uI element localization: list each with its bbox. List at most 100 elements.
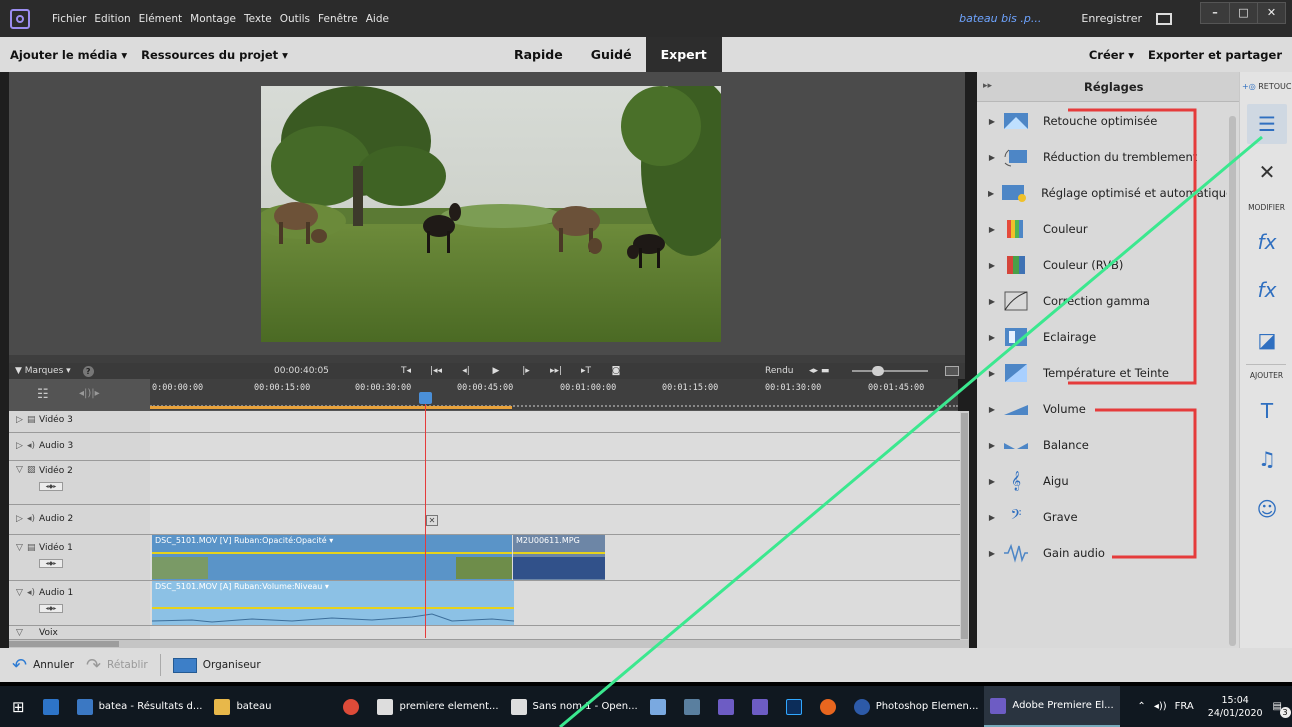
- tab-rapide[interactable]: Rapide: [500, 37, 577, 72]
- save-button[interactable]: Enregistrer: [1081, 12, 1142, 25]
- menu-aide[interactable]: Aide: [366, 13, 389, 25]
- effect-balance[interactable]: ▶ Balance: [977, 427, 1227, 463]
- zoom-out-icon[interactable]: ◂▸ ▬: [809, 366, 829, 376]
- track-head-video1[interactable]: ▽ ▤ Vidéo 1 ◂◆▸: [9, 535, 150, 581]
- fit-timeline-icon[interactable]: [945, 366, 959, 376]
- track-size-icon[interactable]: ☷: [37, 387, 49, 402]
- lane-audio1[interactable]: DSC_5101.MOV [A] Ruban:Volume:Niveau ▾: [150, 581, 960, 626]
- effect-gain-audio[interactable]: ▶ Gain audio: [977, 535, 1227, 571]
- expand-icon[interactable]: ▷: [16, 415, 23, 425]
- expand-icon[interactable]: ▶: [981, 369, 1003, 378]
- snapshot-icon[interactable]: ◙: [601, 366, 631, 376]
- notification-icon[interactable]: ▤ 3: [1273, 701, 1291, 718]
- effect-couleur-rvb[interactable]: ▶ Couleur (RVB): [977, 247, 1227, 283]
- taskbar-item[interactable]: [712, 686, 746, 727]
- lane-audio3[interactable]: [150, 433, 960, 461]
- graphics-smiley-icon[interactable]: ☺: [1253, 495, 1281, 523]
- taskbar-item[interactable]: Photoshop Elemen...: [848, 686, 985, 727]
- menu-fichier[interactable]: Fichier: [52, 13, 86, 25]
- effect-reglage-optimise[interactable]: ▶ Réglage optimisé et automatique d: [977, 175, 1227, 211]
- track-head-voice[interactable]: ▽ Voix: [9, 626, 150, 640]
- taskbar-item[interactable]: batea - Résultats d...: [71, 686, 209, 727]
- current-timecode[interactable]: 00:00:40:05: [274, 366, 329, 376]
- undo-button[interactable]: ↶ Annuler: [12, 655, 74, 676]
- expand-icon[interactable]: ▶: [981, 441, 1003, 450]
- go-to-end-icon[interactable]: ▸▸|: [541, 366, 571, 376]
- video-preview-frame[interactable]: [261, 86, 721, 342]
- opacity-line[interactable]: [513, 552, 605, 554]
- effect-aigu[interactable]: ▶ 𝄞 Aigu: [977, 463, 1227, 499]
- taskbar-item[interactable]: [746, 686, 780, 727]
- effect-eclairage[interactable]: ▶ Eclairage: [977, 319, 1227, 355]
- track-head-audio1[interactable]: ▽ ◂) Audio 1 ◂◆▸: [9, 581, 150, 626]
- zoom-slider[interactable]: [852, 370, 928, 372]
- go-to-out-icon[interactable]: ▸T: [571, 366, 601, 376]
- redo-button[interactable]: ↷ Rétablir: [86, 655, 148, 676]
- keyframe-nav[interactable]: ◂◆▸: [39, 482, 63, 491]
- taskbar-item[interactable]: [644, 686, 678, 727]
- clock[interactable]: 15:04 24/01/2020: [1208, 694, 1263, 720]
- go-to-in-icon[interactable]: T◂: [391, 366, 421, 376]
- playhead-line[interactable]: [425, 403, 426, 638]
- add-media-button[interactable]: Ajouter le média ▾: [10, 48, 127, 62]
- expand-icon[interactable]: ▶: [981, 297, 1003, 306]
- expand-icon[interactable]: ▷: [16, 514, 23, 524]
- menu-montage[interactable]: Montage: [190, 13, 236, 25]
- collapse-icon[interactable]: ▽: [16, 628, 23, 638]
- effect-retouche-optimisee[interactable]: ▶ Retouche optimisée: [977, 103, 1227, 139]
- audio-waveform-icon[interactable]: ◂|)|▸: [79, 388, 100, 399]
- taskbar-item[interactable]: Sans nom 1 - Open...: [505, 686, 644, 727]
- track-head-audio2[interactable]: ▷ ◂) Audio 2: [9, 505, 150, 535]
- expand-icon[interactable]: ▶: [981, 261, 1003, 270]
- music-icon[interactable]: ♫: [1253, 445, 1281, 473]
- chevron-up-icon[interactable]: ⌃: [1137, 701, 1145, 712]
- menu-texte[interactable]: Texte: [244, 13, 272, 25]
- menu-element[interactable]: Elément: [139, 13, 182, 25]
- volume-line[interactable]: [152, 607, 514, 609]
- expand-icon[interactable]: ▶: [981, 153, 1003, 162]
- track-head-audio3[interactable]: ▷ ◂) Audio 3: [9, 433, 150, 461]
- video-clip-m2u00611[interactable]: M2U00611.MPG: [513, 535, 605, 580]
- expand-icon[interactable]: ▶: [981, 477, 1003, 486]
- expand-icon[interactable]: ▶: [981, 405, 1003, 414]
- marks-dropdown[interactable]: ▼ Marques ▾: [15, 366, 71, 376]
- project-assets-button[interactable]: Ressources du projet ▾: [141, 48, 288, 62]
- retouche-section[interactable]: +◎ RETOUCHE: [1242, 82, 1292, 91]
- play-icon[interactable]: ▶: [481, 366, 511, 376]
- lane-video1[interactable]: DSC_5101.MOV [V] Ruban:Opacité:Opacité ▾…: [150, 535, 960, 581]
- expand-icon[interactable]: ▶: [981, 117, 1003, 126]
- language-indicator[interactable]: FRA: [1175, 701, 1194, 712]
- menu-fenetre[interactable]: Fenêtre: [318, 13, 358, 25]
- transition-drop-icon[interactable]: ✕: [426, 515, 438, 526]
- expand-icon[interactable]: ▶: [981, 189, 1001, 198]
- menu-edition[interactable]: Edition: [94, 13, 130, 25]
- timeline-horizontal-scrollbar[interactable]: [9, 640, 969, 648]
- expand-icon[interactable]: ▷: [16, 441, 23, 451]
- collapse-panel-icon[interactable]: ▸▸: [983, 81, 992, 91]
- help-icon[interactable]: ?: [82, 365, 94, 377]
- track-head-video3[interactable]: ▷ ▤ Vidéo 3: [9, 411, 150, 433]
- effects-icon[interactable]: fx: [1253, 276, 1281, 304]
- work-area-bar[interactable]: [150, 406, 512, 409]
- collapse-icon[interactable]: ▽: [16, 543, 23, 553]
- lane-voice[interactable]: [150, 626, 960, 640]
- adjustments-tool-icon[interactable]: ☰: [1247, 104, 1287, 144]
- taskbar-item[interactable]: premiere element...: [371, 686, 504, 727]
- effect-correction-gamma[interactable]: ▶ Correction gamma: [977, 283, 1227, 319]
- tools-icon[interactable]: ✕: [1253, 158, 1281, 186]
- create-button[interactable]: Créer ▾: [1089, 48, 1134, 62]
- taskbar-item-active[interactable]: Adobe Premiere El...: [984, 686, 1120, 727]
- taskbar-item[interactable]: [780, 686, 814, 727]
- taskbar-item[interactable]: [337, 686, 371, 727]
- audio-clip-dsc5101[interactable]: DSC_5101.MOV [A] Ruban:Volume:Niveau ▾: [152, 581, 514, 625]
- collapse-icon[interactable]: ▽: [16, 465, 23, 475]
- playhead-handle[interactable]: [419, 392, 432, 404]
- step-forward-icon[interactable]: |▸: [511, 366, 541, 376]
- effect-grave[interactable]: ▶ 𝄢 Grave: [977, 499, 1227, 535]
- close-icon[interactable]: ✕: [1257, 3, 1285, 23]
- opacity-line[interactable]: [152, 552, 512, 554]
- step-back-icon[interactable]: ◂|: [451, 366, 481, 376]
- keyframe-nav[interactable]: ◂◆▸: [39, 559, 63, 568]
- video-clip-dsc5101[interactable]: DSC_5101.MOV [V] Ruban:Opacité:Opacité ▾: [152, 535, 512, 580]
- panel-scrollbar[interactable]: [1229, 116, 1236, 646]
